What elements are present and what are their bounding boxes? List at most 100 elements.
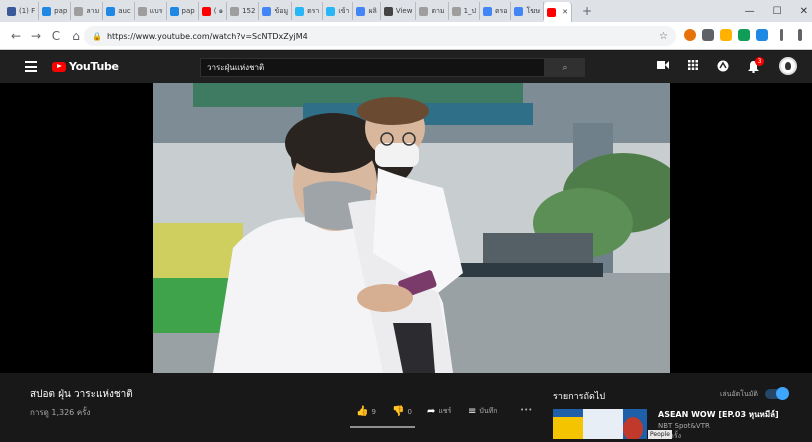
browser-tab[interactable]: ✕ <box>544 2 572 22</box>
browser-tab[interactable]: ตรอ <box>480 2 512 20</box>
recommended-thumbnail[interactable] <box>553 409 647 439</box>
forward-icon[interactable]: → <box>26 29 46 43</box>
video-camera-icon[interactable] <box>656 60 670 74</box>
browser-tab[interactable]: (1) F <box>4 2 40 20</box>
browser-tab[interactable]: ลาม <box>71 2 104 20</box>
tab-close-icon[interactable]: ✕ <box>562 8 568 16</box>
tab-favicon-icon <box>547 7 557 17</box>
youtube-logo[interactable]: YouTube <box>52 60 119 73</box>
autoplay-toggle[interactable] <box>765 387 789 400</box>
tab-label: 1_ป <box>463 6 476 15</box>
tab-favicon-icon <box>482 6 492 16</box>
reload-icon[interactable]: C <box>46 29 66 43</box>
url-text: https://www.youtube.com/watch?v=ScNTDxZy… <box>106 31 308 41</box>
view-count: การดู 1,326 ครั้ง <box>30 408 91 417</box>
browser-tab[interactable]: ตาม <box>416 2 449 20</box>
like-count: 9 <box>371 407 376 416</box>
tab-label: ผลิ <box>368 6 377 15</box>
notification-badge: 3 <box>755 57 764 66</box>
messages-icon[interactable] <box>716 60 730 74</box>
youtube-logo-text: YouTube <box>69 60 119 73</box>
apps-grid-icon[interactable] <box>686 60 700 74</box>
browser-tab[interactable]: 1_ป <box>449 2 480 20</box>
close-icon[interactable]: ✕ <box>800 6 808 17</box>
extension-icon[interactable] <box>720 29 732 41</box>
like-button[interactable]: 👍 9 <box>356 406 376 417</box>
more-actions-button[interactable]: ••• <box>520 406 532 414</box>
extension-icon[interactable] <box>756 29 768 41</box>
avatar[interactable] <box>779 57 797 75</box>
tab-favicon-icon <box>230 6 240 16</box>
browser-tab-strip: (1) F pap ลาม auc แบร pap ( ๑ 152 ข้อมู ตรา เข้า ผล… <box>0 0 812 22</box>
maximize-icon[interactable]: ☐ <box>773 6 782 17</box>
tab-favicon-icon <box>106 6 116 16</box>
tab-favicon-icon <box>419 6 429 16</box>
tab-label: ลาม <box>86 6 100 15</box>
search-input[interactable]: วาระฝุ่นแห่งชาติ <box>200 58 545 77</box>
browser-tab[interactable]: แบร <box>135 2 167 20</box>
tab-favicon-icon <box>295 6 305 16</box>
browser-tab[interactable]: auc <box>103 2 135 20</box>
url-field[interactable]: 🔒 https://www.youtube.com/watch?v=ScNTDx… <box>84 26 676 46</box>
lock-icon: 🔒 <box>92 31 102 41</box>
tab-label: pap <box>54 7 68 15</box>
tab-label: 152 <box>242 7 256 15</box>
thumbs-down-icon: 👎 <box>392 406 405 417</box>
autoplay-label: เล่นอัตโนมัติ <box>720 390 758 398</box>
tab-label: แบร <box>149 6 163 15</box>
more-icon: ••• <box>520 406 533 414</box>
tab-favicon-icon <box>169 6 179 16</box>
recommended-video-title[interactable]: ASEAN WOW [EP.03 หุนหมีล์] <box>658 408 779 421</box>
video-frame[interactable] <box>153 83 670 373</box>
browser-tab[interactable]: โฆษ <box>511 2 545 20</box>
back-icon[interactable]: ← <box>6 29 26 43</box>
tab-label: View <box>395 7 413 15</box>
search-icon: ⌕ <box>562 63 568 73</box>
tab-label: auc <box>118 7 131 15</box>
dislike-button[interactable]: 👎 0 <box>392 406 412 417</box>
browser-tab[interactable]: ตรา <box>292 2 324 20</box>
tab-favicon-icon <box>74 6 84 16</box>
save-label: บันทึก <box>479 407 498 415</box>
tab-favicon-icon <box>201 6 211 16</box>
tooltip: People <box>648 430 672 439</box>
tab-label: (1) F <box>19 7 36 15</box>
up-next-heading: รายการถัดไป <box>553 392 606 402</box>
browser-tab[interactable]: 152 <box>227 2 260 20</box>
video-title: สปอต ฝุ่น วาระแห่งชาติ <box>30 389 133 400</box>
share-icon: ➦ <box>427 406 436 417</box>
browser-tab[interactable]: pap <box>39 2 72 20</box>
share-button[interactable]: ➦ แชร์ <box>427 406 451 417</box>
tab-label: เข้า <box>338 6 350 15</box>
new-tab-button[interactable]: + <box>582 4 592 18</box>
browser-tab[interactable]: ( ๑ <box>199 2 228 20</box>
tab-label: โฆษ <box>526 6 541 15</box>
home-icon[interactable]: ⌂ <box>66 29 86 43</box>
tab-label: pap <box>181 7 195 15</box>
browser-tab[interactable]: ผลิ <box>353 2 381 20</box>
bookmark-star-icon[interactable]: ☆ <box>659 31 668 42</box>
browser-tab[interactable]: View <box>381 2 417 20</box>
tab-favicon-icon <box>326 6 336 16</box>
hamburger-menu-icon[interactable] <box>25 61 37 72</box>
save-button[interactable]: ≡ บันทึก <box>468 406 497 417</box>
tab-favicon-icon <box>514 6 524 16</box>
extension-icon[interactable] <box>684 29 696 41</box>
extension-divider <box>780 29 783 41</box>
tab-label: ( ๑ <box>213 6 224 15</box>
extension-icon[interactable] <box>702 29 714 41</box>
recommended-channel[interactable]: NBT Spot&VTR <box>658 422 710 430</box>
thumbs-up-icon: 👍 <box>356 406 369 417</box>
tab-favicon-icon <box>42 6 52 16</box>
menu-icon[interactable] <box>798 29 802 41</box>
browser-tab[interactable]: ข้อมู <box>259 2 293 20</box>
tab-favicon-icon <box>356 6 366 16</box>
minimize-icon[interactable]: — <box>745 6 755 17</box>
tab-favicon-icon <box>451 6 461 16</box>
extension-icon[interactable] <box>738 29 750 41</box>
playlist-add-icon: ≡ <box>468 406 477 417</box>
search-button[interactable]: ⌕ <box>545 58 585 77</box>
browser-tab[interactable]: เข้า <box>323 2 354 20</box>
browser-tab[interactable]: pap <box>167 2 199 20</box>
tab-favicon-icon <box>383 6 393 16</box>
